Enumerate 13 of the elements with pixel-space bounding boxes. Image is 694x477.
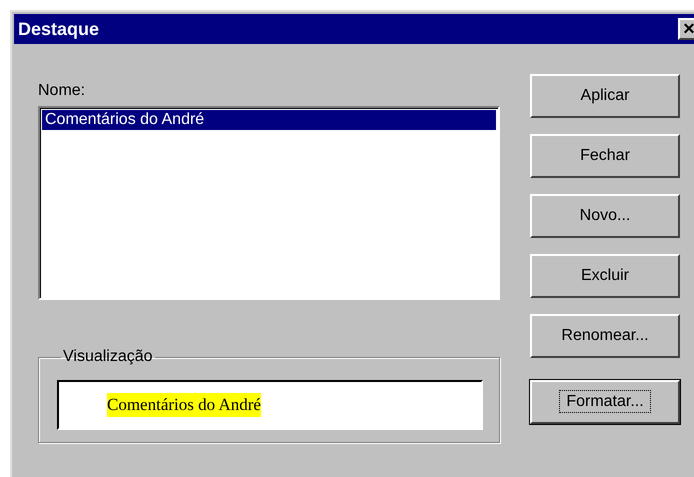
dialog-button[interactable]: Novo... bbox=[530, 194, 680, 238]
dialog-button[interactable]: Fechar bbox=[530, 134, 680, 178]
dialog-button[interactable]: Formatar... bbox=[530, 380, 680, 424]
dialog-button[interactable]: Renomear... bbox=[530, 314, 680, 358]
window-title: Destaque bbox=[18, 18, 100, 40]
dialog-button[interactable]: Aplicar bbox=[530, 74, 680, 118]
group-label: Visualização bbox=[62, 348, 154, 366]
name-label: Nome: bbox=[38, 82, 86, 100]
dialog-button[interactable]: Excluir bbox=[530, 254, 680, 298]
preview-sample: Comentários do André bbox=[107, 393, 261, 417]
list-item[interactable]: Comentários do André bbox=[42, 110, 496, 130]
close-button[interactable]: × bbox=[678, 18, 694, 40]
name-list[interactable]: Comentários do André bbox=[38, 106, 500, 300]
